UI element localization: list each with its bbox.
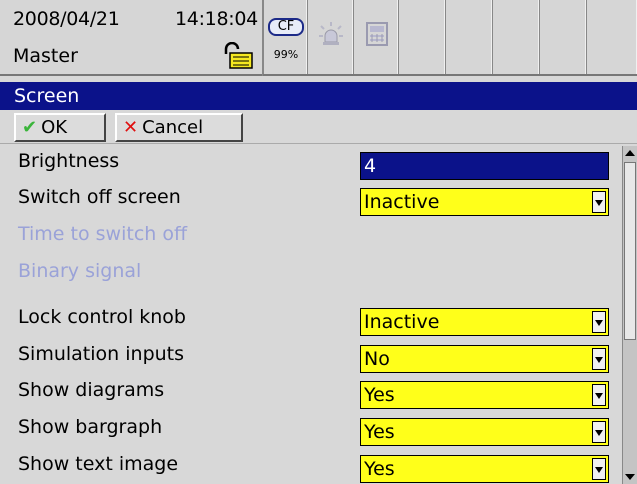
setting-row-binary-signal: Binary signal <box>0 256 622 295</box>
padlock-icon <box>224 42 253 69</box>
cancel-button-label: Cancel <box>142 117 204 138</box>
setting-label-disabled: Binary signal <box>18 260 142 282</box>
setting-value: Yes <box>364 421 395 443</box>
memory-icon <box>366 22 388 46</box>
show-bargraph-select[interactable]: Yes <box>360 418 609 446</box>
setting-label: Switch off screen <box>18 186 181 208</box>
chevron-down-icon[interactable] <box>592 348 606 370</box>
setting-row-show-diagrams: Show diagrams Yes <box>0 375 622 414</box>
ok-button-label: OK <box>41 117 68 138</box>
ok-button[interactable]: ✔ OK <box>14 113 106 142</box>
button-bar: ✔ OK ✕ Cancel <box>0 110 637 144</box>
lock-control-knob-select[interactable]: Inactive <box>360 308 609 336</box>
setting-value: No <box>364 348 390 370</box>
vertical-scrollbar[interactable] <box>622 146 637 484</box>
cf-card-status[interactable]: CF 99% <box>263 0 307 74</box>
setting-value: Yes <box>364 384 395 406</box>
status-slot-empty <box>586 0 637 74</box>
setting-row-brightness: Brightness 4 <box>0 146 622 185</box>
date-display: 2008/04/21 <box>13 8 120 30</box>
setting-row-lock-control-knob: Lock control knob Inactive <box>0 302 622 341</box>
setting-label: Lock control knob <box>18 306 186 328</box>
scroll-up-arrow-icon[interactable] <box>623 146 637 160</box>
status-slot-empty <box>398 0 445 74</box>
setting-label: Show diagrams <box>18 379 165 401</box>
setting-row-show-bargraph: Show bargraph Yes <box>0 412 622 451</box>
setting-value: Yes <box>364 458 395 480</box>
status-slot-empty <box>492 0 539 74</box>
setting-row-show-text-image: Show text image Yes <box>0 449 622 484</box>
show-diagrams-select[interactable]: Yes <box>360 381 609 409</box>
show-text-image-select[interactable]: Yes <box>360 455 609 483</box>
user-level: Master <box>13 45 78 67</box>
scroll-thumb[interactable] <box>624 162 636 340</box>
setting-row-switch-off-screen: Switch off screen Inactive <box>0 182 622 221</box>
switch-off-screen-select[interactable]: Inactive <box>360 188 609 216</box>
alarm-bell-icon <box>319 22 343 45</box>
setting-label: Brightness <box>18 150 120 172</box>
chevron-down-icon[interactable] <box>592 191 606 213</box>
setting-label: Show text image <box>18 453 179 475</box>
scroll-down-arrow-icon[interactable] <box>623 470 637 484</box>
checkmark-icon: ✔ <box>22 117 38 138</box>
setting-value: 4 <box>364 155 377 177</box>
close-icon: ✕ <box>123 117 139 138</box>
setting-label: Show bargraph <box>18 416 163 438</box>
setting-value: Inactive <box>364 311 440 333</box>
setting-row-simulation-inputs: Simulation inputs No <box>0 339 622 378</box>
cf-usage-label: 99% <box>273 48 299 61</box>
alarm-status[interactable] <box>307 0 353 74</box>
device-screen: 2008/04/21 14:18:04 Master CF 99% Screen… <box>0 0 637 484</box>
brightness-input[interactable]: 4 <box>360 152 609 180</box>
chevron-down-icon[interactable] <box>592 458 606 480</box>
chevron-down-icon[interactable] <box>592 421 606 443</box>
chevron-down-icon[interactable] <box>592 384 606 406</box>
setting-label-disabled: Time to switch off <box>18 223 188 245</box>
status-slot-empty <box>539 0 586 74</box>
simulation-inputs-select[interactable]: No <box>360 345 609 373</box>
chevron-down-icon[interactable] <box>592 311 606 333</box>
setting-row-time-to-switch-off: Time to switch off <box>0 219 622 258</box>
cf-card-icon: CF <box>268 18 304 36</box>
page-title: Screen <box>0 82 637 110</box>
status-slot-empty <box>445 0 492 74</box>
settings-form: Brightness 4 Switch off screen Inactive … <box>0 146 622 484</box>
time-display: 14:18:04 <box>175 8 258 30</box>
memory-status[interactable] <box>353 0 398 74</box>
setting-label: Simulation inputs <box>18 343 185 365</box>
setting-value: Inactive <box>364 191 440 213</box>
datetime-panel: 2008/04/21 14:18:04 Master <box>0 0 263 76</box>
status-bar: 2008/04/21 14:18:04 Master CF 99% <box>0 0 637 76</box>
cancel-button[interactable]: ✕ Cancel <box>115 113 243 142</box>
